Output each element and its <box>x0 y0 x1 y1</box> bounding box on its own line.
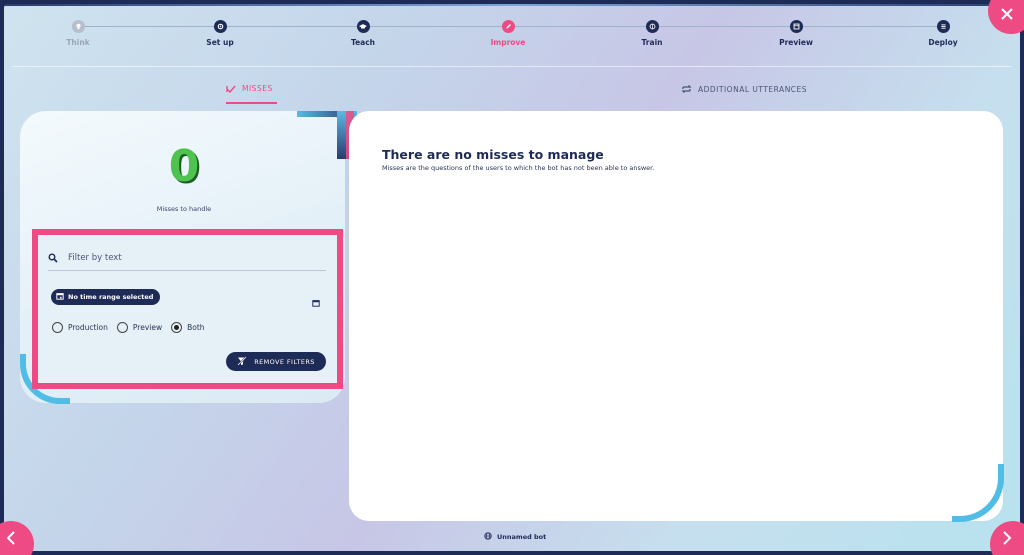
remove-filters-label: REMOVE FILTERS <box>254 357 315 366</box>
header-divider <box>12 66 1012 67</box>
search-placeholder: Filter by text <box>68 252 122 263</box>
graduation-cap-icon <box>356 20 370 33</box>
radio-label: Production <box>68 323 108 332</box>
step-label: Set up <box>206 38 234 47</box>
step-label: Train <box>641 38 663 47</box>
environment-radio-group: Production Preview Both <box>52 322 214 333</box>
radio-preview[interactable]: Preview <box>116 322 163 333</box>
brain-icon <box>645 20 659 33</box>
close-icon <box>1001 0 1014 25</box>
radio-circle[interactable] <box>52 322 63 333</box>
chevron-right-icon <box>1003 531 1012 545</box>
step-label: Deploy <box>928 38 958 47</box>
filters-box: Filter by text No time range selected Pr… <box>32 229 343 389</box>
step-deploy[interactable]: Deploy <box>898 20 988 47</box>
filter-off-icon <box>237 355 247 368</box>
step-preview[interactable]: Preview <box>751 20 841 47</box>
empty-state-title: There are no misses to manage <box>382 147 604 162</box>
misses-count-label: Misses to handle <box>156 205 212 213</box>
step-label: Improve <box>490 38 526 47</box>
step-label: Preview <box>779 38 813 47</box>
repeat-icon <box>681 84 692 94</box>
step-think[interactable]: Think <box>33 20 123 47</box>
step-label: Think <box>66 38 90 47</box>
tab-active-underline <box>226 102 277 104</box>
empty-state-description: Misses are the questions of the users to… <box>382 164 655 172</box>
chevron-left-icon <box>6 531 15 545</box>
calendar-icon <box>56 292 64 302</box>
misses-list-panel <box>349 111 1003 521</box>
radio-label: Both <box>187 323 205 332</box>
app-window: Think Set up Teach Improve Train Preview… <box>4 4 1020 551</box>
gear-icon <box>213 20 227 33</box>
tab-misses-label: MISSES <box>242 84 273 93</box>
search-input[interactable]: Filter by text <box>48 245 326 271</box>
calendar-picker-icon[interactable] <box>312 292 320 311</box>
tab-additional-label: ADDITIONAL UTTERANCES <box>698 84 808 94</box>
radio-circle[interactable] <box>171 322 183 333</box>
pencil-icon <box>501 20 515 33</box>
step-label: Teach <box>350 38 376 47</box>
misses-icon <box>226 85 236 93</box>
remove-filters-button[interactable]: REMOVE FILTERS <box>226 352 326 371</box>
lightbulb-icon <box>71 20 85 33</box>
search-icon <box>48 248 58 267</box>
progress-stepper: Think Set up Teach Improve Train Preview… <box>4 4 1020 66</box>
tab-additional-utterances[interactable]: ADDITIONAL UTTERANCES <box>681 84 807 94</box>
misses-count: 0 <box>168 141 200 192</box>
radio-circle[interactable] <box>116 322 128 333</box>
step-train[interactable]: Train <box>607 20 697 47</box>
radio-both[interactable]: Both <box>171 322 205 333</box>
tab-misses[interactable]: MISSES <box>226 84 277 104</box>
bot-name-indicator[interactable]: Unnamed bot <box>484 532 546 542</box>
step-teach[interactable]: Teach <box>318 20 408 47</box>
radio-label: Preview <box>132 323 163 332</box>
globe-icon <box>484 532 492 542</box>
radio-production[interactable]: Production <box>52 322 108 333</box>
step-setup[interactable]: Set up <box>175 20 265 47</box>
list-icon <box>936 20 950 33</box>
window-icon <box>789 20 803 33</box>
time-range-label: No time range selected <box>68 293 154 301</box>
step-improve[interactable]: Improve <box>463 20 553 47</box>
bot-name-label: Unnamed bot <box>497 533 547 541</box>
time-range-chip[interactable]: No time range selected <box>51 289 161 305</box>
